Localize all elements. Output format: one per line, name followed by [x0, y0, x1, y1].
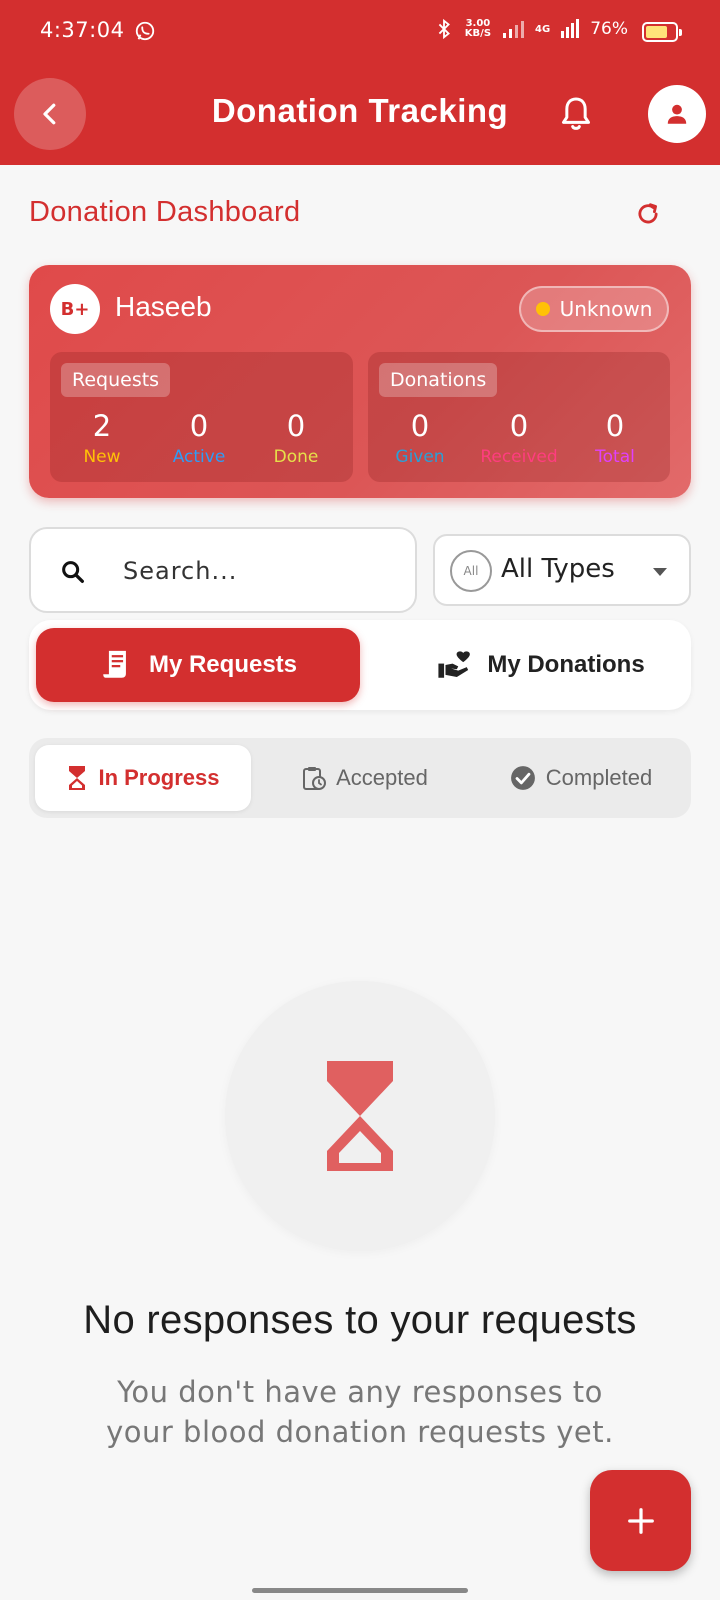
empty-state-title: No responses to your requests [83, 1298, 637, 1342]
search-icon [62, 561, 84, 583]
stat-label: New [83, 447, 121, 467]
battery-percent: 76% [590, 19, 628, 39]
status-bar: 4:37:04 3.00 KB/S 4G 76% [0, 0, 720, 64]
signal-4g-icon [561, 19, 580, 38]
bell-icon[interactable] [556, 94, 596, 134]
network-type: 4G [535, 23, 551, 35]
tab-completed[interactable]: Completed [473, 745, 689, 811]
stat-total: 0 Total [565, 409, 665, 467]
status-badge: Unknown [519, 286, 669, 332]
stat-active: 0 Active [149, 409, 249, 467]
empty-state-illustration [225, 981, 495, 1251]
refresh-icon[interactable] [634, 200, 662, 228]
dashboard-title: Donation Dashboard [29, 196, 301, 228]
my-requests-label: My Requests [148, 651, 298, 678]
status-dot [535, 302, 550, 316]
search-placeholder: Search... [123, 557, 238, 585]
my-requests-button[interactable]: My Requests [36, 628, 360, 702]
add-request-button[interactable] [590, 1470, 691, 1571]
stat-label: Total [595, 447, 635, 467]
blood-type-badge: B+ [50, 284, 100, 334]
stat-value: 0 [509, 409, 529, 443]
stat-done: 0 Done [246, 409, 346, 467]
tab-completed-label: Completed [545, 765, 653, 790]
battery-fill [646, 26, 668, 38]
type-filter-label: All Types [501, 554, 615, 584]
type-filter-dropdown[interactable]: All All Types [433, 534, 691, 606]
donations-panel-title: Donations [379, 363, 498, 397]
stat-label: Given [395, 447, 445, 467]
signal-icon [503, 21, 525, 38]
my-donations-label: My Donations [487, 651, 645, 678]
plus-icon [627, 1507, 654, 1534]
status-label: Unknown [559, 297, 653, 321]
stat-label: Done [273, 447, 319, 467]
tab-in-progress-label: In Progress [98, 765, 220, 790]
user-name: Haseeb [115, 291, 212, 322]
stat-given: 0 Given [370, 409, 470, 467]
tab-in-progress[interactable]: In Progress [35, 745, 251, 811]
view-toggle: My Requests My Donations [29, 620, 691, 710]
clipboard-clock-icon [303, 767, 327, 790]
donations-panel: Donations 0 Given 0 Received 0 Total [368, 352, 670, 482]
my-donations-button[interactable]: My Donations [379, 628, 703, 702]
person-icon [667, 104, 687, 124]
stat-received: 0 Received [469, 409, 569, 467]
caret-down-icon [653, 568, 667, 576]
stat-value: 2 [92, 409, 112, 443]
hourglass-icon [69, 766, 86, 790]
stat-value: 0 [286, 409, 306, 443]
all-types-badge: All [450, 550, 492, 592]
requests-panel-title: Requests [61, 363, 171, 397]
whatsapp-icon [135, 21, 155, 41]
hourglass-icon [327, 1061, 393, 1171]
status-tabs: In Progress Accepted Completed [29, 738, 691, 818]
home-indicator[interactable] [252, 1588, 468, 1593]
page-title: Donation Tracking [211, 92, 509, 129]
volunteer-heart-icon [438, 651, 471, 678]
requests-panel: Requests 2 New 0 Active 0 Done [50, 352, 353, 482]
tab-accepted-label: Accepted [336, 765, 428, 790]
stat-value: 0 [410, 409, 430, 443]
stat-label: Active [172, 447, 226, 467]
stat-label: Received [480, 447, 558, 467]
user-summary-card: B+ Haseeb Unknown Requests 2 New 0 Activ… [29, 265, 691, 498]
receipt-icon [103, 650, 126, 678]
stat-value: 0 [189, 409, 209, 443]
battery-icon [642, 22, 682, 42]
net-speed: 3.00 KB/S [464, 18, 492, 39]
stat-new: 2 New [52, 409, 152, 467]
check-circle-icon [510, 766, 535, 790]
tab-accepted[interactable]: Accepted [257, 745, 473, 811]
status-time: 4:37:04 [40, 18, 125, 42]
status-indicators: 3.00 KB/S 4G 76% [433, 18, 668, 40]
app-bar: Donation Tracking [0, 64, 720, 165]
empty-state-subtitle: You don't have any responses to your blo… [106, 1375, 614, 1449]
bluetooth-icon [438, 18, 450, 40]
stat-value: 0 [605, 409, 625, 443]
profile-button[interactable] [648, 85, 706, 143]
search-input[interactable]: Search... [29, 527, 417, 613]
